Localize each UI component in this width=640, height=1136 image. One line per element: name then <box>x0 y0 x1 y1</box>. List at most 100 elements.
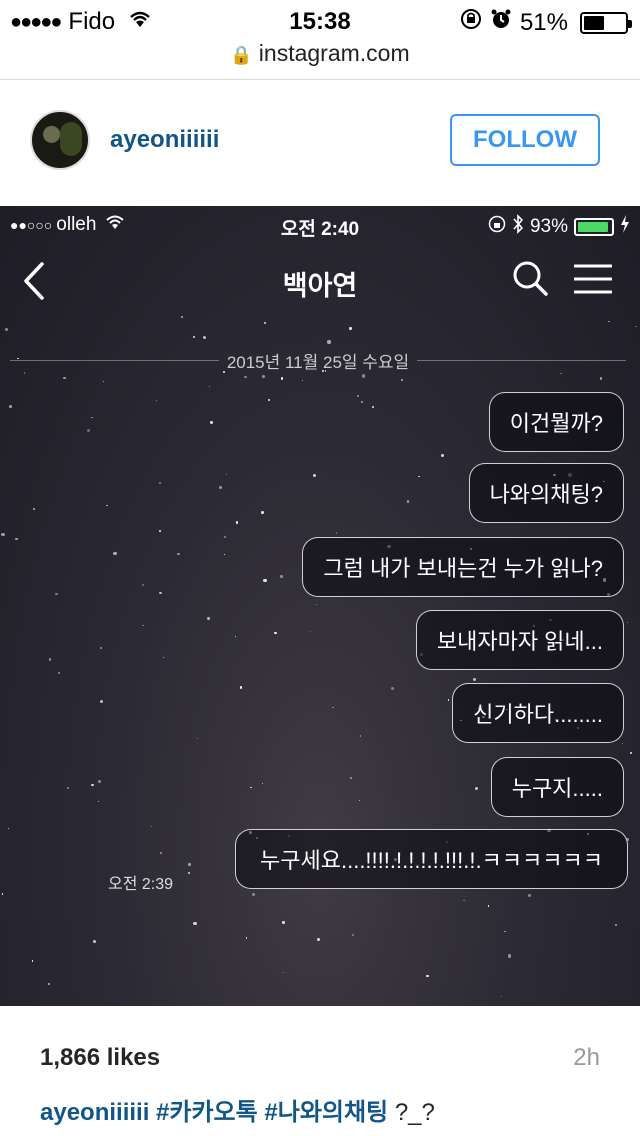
star-dot <box>301 379 304 382</box>
battery-icon <box>574 218 614 236</box>
star-dot <box>351 933 355 936</box>
star-dot <box>315 603 317 605</box>
avatar[interactable] <box>30 110 90 170</box>
star-dot <box>8 828 10 830</box>
star-dot <box>31 960 34 962</box>
message-bubble[interactable]: 이건뭘까? <box>488 392 624 452</box>
star-dot <box>47 983 51 986</box>
star-dot <box>426 975 429 978</box>
star-dot <box>359 735 362 737</box>
star-dot <box>635 325 637 328</box>
caption-username[interactable]: ayeoniiiiii <box>40 1099 149 1126</box>
rotation-lock-icon <box>460 8 482 37</box>
star-dot <box>261 511 264 514</box>
star-dot <box>327 340 331 344</box>
star-dot <box>626 621 629 624</box>
battery-fill <box>578 222 608 232</box>
star-dot <box>106 505 108 507</box>
message-bubble[interactable]: 보내자마자 읽네... <box>415 610 624 670</box>
alarm-icon <box>490 8 512 37</box>
follow-button[interactable]: FOLLOW <box>450 114 600 166</box>
hashtag[interactable]: #카카오톡 <box>156 1099 258 1126</box>
caption: ayeoniiiiii #카카오톡 #나와의채팅 ?_? <box>40 1092 435 1127</box>
likes-count[interactable]: 1,866 likes <box>40 1044 160 1072</box>
status-right: 51% <box>460 8 632 37</box>
star-dot <box>268 398 271 401</box>
battery-icon <box>580 11 632 34</box>
star-dot <box>615 923 618 926</box>
star-dot <box>263 321 266 325</box>
star-dot <box>113 552 117 556</box>
message-bubble[interactable]: 신기하다........ <box>452 683 624 743</box>
star-dot <box>504 930 506 933</box>
star-dot <box>197 738 199 740</box>
star-dot <box>622 743 624 745</box>
star-dot <box>262 375 266 379</box>
date-text: 2015년 11월 25일 수요일 <box>226 353 410 372</box>
star-dot <box>206 616 211 621</box>
star-dot <box>224 536 226 538</box>
star-dot <box>93 940 96 943</box>
message-bubble[interactable]: 그럼 내가 보내는건 누가 읽나? <box>302 537 624 597</box>
message-bubble[interactable]: 나와의채팅? <box>468 463 624 523</box>
star-dot <box>252 892 255 896</box>
post-time: 2h <box>573 1044 600 1071</box>
star-dot <box>15 538 18 541</box>
star-dot <box>472 677 476 681</box>
charging-icon <box>620 215 630 239</box>
chat-status-bar: ●●○○○ olleh 오전 2:40 93% <box>0 214 640 244</box>
separator-line <box>417 360 627 361</box>
star-dot <box>239 686 243 689</box>
star-dot <box>102 381 104 383</box>
star-dot <box>33 507 36 511</box>
star-dot <box>1 893 4 895</box>
star-dot <box>188 862 191 866</box>
star-dot <box>263 579 267 583</box>
star-dot <box>361 374 365 378</box>
star-dot <box>63 376 66 380</box>
separator-line <box>10 360 219 361</box>
star-dot <box>507 954 512 958</box>
search-icon[interactable] <box>510 258 550 298</box>
star-dot <box>159 482 162 485</box>
hashtag[interactable]: #나와의채팅 <box>264 1099 388 1126</box>
star-dot <box>223 553 225 556</box>
star-dot <box>608 320 610 323</box>
url-bar[interactable]: 🔒 instagram.com <box>0 40 640 67</box>
post-username[interactable]: ayeoniiiiii <box>110 126 219 154</box>
star-dot <box>349 327 352 330</box>
message-bubble[interactable]: 누구지..... <box>490 757 624 817</box>
status-bar: ●●●●● Fido 15:38 51% <box>0 0 640 40</box>
star-dot <box>349 776 353 779</box>
message-bubble[interactable]: 누구세요....!!!!.!.!.!.!.!!!.!.ㅋㅋㅋㅋㅋㅋ <box>235 829 628 889</box>
star-dot <box>447 699 450 702</box>
star-dot <box>406 499 410 503</box>
star-dot <box>210 421 213 424</box>
menu-icon[interactable] <box>573 264 613 294</box>
star-dot <box>331 706 334 709</box>
star-dot <box>159 591 162 595</box>
star-dot <box>141 583 144 586</box>
star-dot <box>142 624 144 627</box>
star-dot <box>57 672 60 675</box>
star-dot <box>91 783 94 787</box>
battery-fill <box>584 15 605 30</box>
star-dot <box>487 904 490 907</box>
star-dot <box>180 316 183 319</box>
message-time: 오전 2:39 <box>108 876 174 893</box>
star-dot <box>418 475 420 478</box>
post-image[interactable]: ●●○○○ olleh 오전 2:40 93% 백아연 2015년 11월 25… <box>0 206 640 1006</box>
star-dot <box>245 937 248 940</box>
star-dot <box>309 630 311 632</box>
post-header: ayeoniiiiii FOLLOW <box>0 80 640 206</box>
date-separator: 2015년 11월 25일 수요일 <box>10 348 627 373</box>
star-dot <box>98 801 100 803</box>
star-dot <box>560 372 562 375</box>
star-dot <box>282 971 284 973</box>
chat-status-right: 93% <box>488 214 630 240</box>
star-dot <box>234 636 236 638</box>
star-dot <box>280 575 283 578</box>
star-dot <box>1 532 5 537</box>
star-dot <box>4 328 8 332</box>
star-dot <box>163 656 165 658</box>
